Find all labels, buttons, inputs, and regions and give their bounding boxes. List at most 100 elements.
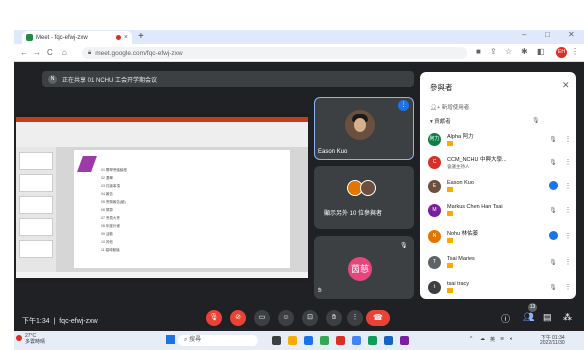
maximize-button[interactable]: □ xyxy=(545,30,550,39)
word-icon[interactable] xyxy=(352,336,361,345)
meet-app-icon[interactable] xyxy=(368,336,377,345)
share-icon[interactable]: ⇪ xyxy=(490,47,497,56)
badge-icon xyxy=(447,288,453,293)
slide-thumbnail xyxy=(19,218,53,236)
raise-hand-button[interactable]: ✋︎ xyxy=(326,310,342,326)
bookmark-star-icon[interactable]: ☆ xyxy=(505,47,512,56)
weather-widget[interactable]: 27°C 多雲時晴 xyxy=(25,333,45,345)
more-options-icon[interactable]: ⋮ xyxy=(564,232,572,240)
mic-off-icon[interactable]: 🎙︎ xyxy=(548,136,558,143)
profile-avatar[interactable]: EH xyxy=(556,47,567,58)
back-icon[interactable]: ← xyxy=(20,48,28,57)
speaking-icon xyxy=(548,230,558,240)
search-label: 搜尋 xyxy=(189,337,202,343)
more-participants-tile[interactable] xyxy=(314,166,414,229)
new-tab-button[interactable]: + xyxy=(138,31,144,42)
start-icon[interactable] xyxy=(166,335,175,344)
file-explorer-icon[interactable] xyxy=(288,336,297,345)
window-close-button[interactable]: ✕ xyxy=(568,30,575,39)
more-options-button[interactable]: ⋮ xyxy=(347,310,363,326)
slide-row: 06 預算 xyxy=(101,208,113,212)
volume-icon[interactable]: 🔈︎ xyxy=(510,336,513,342)
participant-photo xyxy=(345,110,375,140)
browser-tab[interactable]: Meet - fqc-efwj-zxw × xyxy=(22,31,132,44)
panel-title: 參與者 xyxy=(430,83,453,92)
tab-close-icon[interactable]: × xyxy=(124,34,128,41)
participant-row[interactable]: C CCM_NCHU 中興大學... 會議主持人 🎙︎ ⋮ xyxy=(428,153,572,171)
powerpoint-icon[interactable] xyxy=(336,336,345,345)
participant-row[interactable]: E Eason Kuo ⋮ xyxy=(428,177,572,195)
leave-call-button[interactable]: ☎︎ xyxy=(366,310,390,326)
mic-off-icon: 🎙︎ xyxy=(400,243,408,249)
reload-icon[interactable]: C xyxy=(47,48,53,57)
panel-close-icon[interactable]: ✕ xyxy=(562,80,570,91)
taskbar-search[interactable]: ⌕ 搜尋 xyxy=(178,335,258,346)
contributors-section[interactable]: ▾ 貢獻者 xyxy=(430,117,451,125)
taskbar-clock[interactable]: 下午 01:34 2022/11/30 xyxy=(540,336,565,346)
add-people-button[interactable]: 👤︎+ 新增使用者 xyxy=(430,103,469,111)
chat-icon[interactable]: ▤ xyxy=(543,312,552,323)
powerpoint-statusbar xyxy=(16,272,308,278)
more-options-icon[interactable]: ⋮ xyxy=(564,206,572,214)
mic-off-icon[interactable]: 🎙︎ xyxy=(548,284,558,291)
speaking-indicator-icon: ⋮ xyxy=(398,100,409,111)
edge-icon[interactable] xyxy=(304,336,313,345)
url-field[interactable]: 🔒︎ meet.google.com/fqc-efwj-zxw xyxy=(82,47,467,59)
participant-name: Nohu 林佑蓁 xyxy=(447,231,479,237)
more-options-icon[interactable]: ⋮ xyxy=(564,283,572,291)
home-icon[interactable]: ⌂ xyxy=(62,48,67,57)
chrome-icon[interactable] xyxy=(320,336,329,345)
participant-row[interactable]: M Markus Chen Han Tsai 🎙︎ ⋮ xyxy=(428,201,572,219)
section-mute-icon[interactable]: 🎙︎ xyxy=(532,117,540,124)
participant-avatar: C xyxy=(428,155,441,169)
meeting-details-icon[interactable]: ⓘ xyxy=(501,312,510,325)
mic-toggle-button[interactable]: 🎙︎ xyxy=(206,310,222,326)
people-icon[interactable]: 👥︎ xyxy=(523,312,534,323)
forward-icon[interactable]: → xyxy=(33,48,41,57)
participant-row[interactable]: t tsai tracy 🎙︎ ⋮ xyxy=(428,278,572,296)
task-view-icon[interactable] xyxy=(272,336,281,345)
mic-off-icon[interactable]: 🎙︎ xyxy=(548,159,558,166)
weather-text: 多雲時晴 xyxy=(25,339,46,345)
badge-icon xyxy=(447,238,453,243)
presentation-banner[interactable]: N 正在共享 01 NCHU 工会开学期会议 xyxy=(42,71,414,87)
meet-favicon-icon xyxy=(26,34,33,41)
mic-off-icon[interactable]: 🎙︎ xyxy=(548,259,558,266)
recording-dot-icon xyxy=(115,35,121,40)
slide-thumbnail xyxy=(19,240,53,258)
more-options-icon[interactable]: ⋮ xyxy=(564,158,572,166)
mic-off-icon[interactable]: 🎙︎ xyxy=(548,207,558,214)
wifi-icon[interactable]: ≋ xyxy=(500,336,504,342)
lock-icon: 🔒︎ xyxy=(88,49,92,56)
browser-menu-icon[interactable]: ⋮ xyxy=(571,47,579,56)
present-button[interactable]: ⊡ xyxy=(302,310,318,326)
tile-name: Eason Kuo xyxy=(318,149,348,155)
extensions-icon[interactable]: ✱ xyxy=(521,47,528,56)
tray-chevron-icon[interactable]: ^ xyxy=(470,336,472,342)
participant-avatar: E xyxy=(428,179,441,193)
participant-avatar: T xyxy=(428,255,441,269)
app-icon[interactable] xyxy=(400,336,409,345)
input-language[interactable]: 英 xyxy=(490,336,495,343)
tray-cloud-icon[interactable]: ☁︎ xyxy=(480,336,485,342)
more-options-icon[interactable]: ⋮ xyxy=(564,258,572,266)
slide-row: 08 年度計畫 xyxy=(101,224,120,228)
camera-indicator-icon[interactable]: ■ xyxy=(476,47,481,56)
more-options-icon[interactable]: ⋮ xyxy=(564,182,572,190)
powerpoint-titlebar xyxy=(16,117,308,122)
slide-row: 04 報告 xyxy=(101,192,113,196)
badge-icon xyxy=(447,263,453,268)
reactions-button[interactable]: ☺ xyxy=(278,310,294,326)
participant-row[interactable]: 阿力 Alpha 阿力 🎙︎ ⋮ xyxy=(428,130,572,148)
participant-row[interactable]: T Tsai Maries 🎙︎ ⋮ xyxy=(428,253,572,271)
minimize-button[interactable]: – xyxy=(522,30,526,39)
more-options-icon[interactable]: ⋮ xyxy=(564,135,572,143)
camera-toggle-button[interactable]: ⊘ xyxy=(230,310,246,326)
store-icon[interactable] xyxy=(384,336,393,345)
side-panel-icon[interactable]: ◧ xyxy=(537,47,545,56)
activities-icon[interactable]: ⁂ xyxy=(563,312,572,323)
participant-name: tsai tracy xyxy=(447,281,470,287)
slide-row: 07 會員大會 xyxy=(101,216,120,220)
captions-button[interactable]: ▭ xyxy=(254,310,270,326)
participant-row[interactable]: N Nohu 林佑蓁 ⋮ xyxy=(428,227,572,245)
